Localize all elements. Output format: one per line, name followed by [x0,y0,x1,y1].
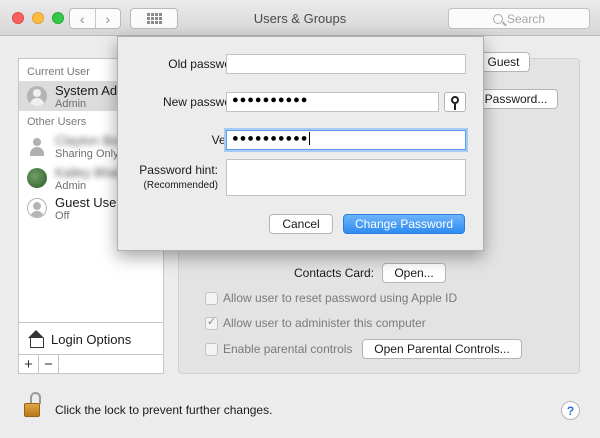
photo-avatar [27,168,47,188]
key-icon [451,96,459,110]
login-options-row[interactable]: Login Options [19,322,163,354]
reset-password-label: Allow user to reset password using Apple… [223,291,458,305]
lock-icon[interactable] [24,392,44,418]
login-options-label: Login Options [51,331,132,347]
current-user-header: Current User [27,66,90,78]
title-bar: ‹ › Users & Groups Search [0,0,600,36]
add-remove-bar: + − [19,354,163,374]
verify-password-field[interactable]: ●●●●●●●●●● [226,130,466,150]
change-password-sheet: Old password: New password: ●●●●●●●●●● V… [117,36,484,251]
search-field[interactable]: Search [448,8,590,29]
reset-password-checkbox[interactable] [205,291,218,305]
search-placeholder: Search [506,11,546,26]
remove-user-button[interactable]: − [39,355,59,374]
verify-password-value: ●●●●●●●●●● [232,132,309,145]
login-options[interactable]: Login Options [27,330,131,348]
change-password-button[interactable]: Password... [474,89,558,109]
guest-button[interactable]: Guest [477,52,530,72]
add-user-button[interactable]: + [19,355,39,374]
password-hint-field[interactable] [226,159,466,196]
cancel-button[interactable]: Cancel [269,214,333,234]
lock-message: Click the lock to prevent further change… [55,403,273,417]
user-role: Admin [55,180,87,192]
parental-controls-checkbox-row[interactable]: Enable parental controls [205,342,352,356]
open-contacts-card-button[interactable]: Open... [382,263,446,283]
guest-icon [27,198,47,218]
parental-controls-label: Enable parental controls [223,342,353,356]
new-password-value: ●●●●●●●●●● [232,94,309,106]
user-role: Off [55,210,70,222]
password-assistant-button[interactable] [444,92,466,112]
administer-checkbox-row[interactable]: Allow user to administer this computer [205,315,426,330]
other-users-header: Other Users [27,116,87,128]
administer-label: Allow user to administer this computer [223,316,426,330]
user-role: Sharing Only [55,148,119,160]
old-password-field[interactable] [226,54,466,74]
new-password-field[interactable]: ●●●●●●●●●● [226,92,439,112]
search-icon [492,13,503,24]
person-silhouette-icon [27,136,47,156]
house-icon [27,330,45,348]
change-password-submit-button[interactable]: Change Password [343,214,465,234]
parental-controls-checkbox[interactable] [205,342,218,356]
open-parental-controls-button[interactable]: Open Parental Controls... [362,339,522,359]
person-silhouette-icon [27,86,47,106]
user-role: Admin [55,98,87,110]
help-button[interactable]: ? [561,401,580,420]
password-hint-sublabel: (Recommended) [143,180,218,191]
contacts-card-label: Contacts Card: [294,266,375,280]
password-hint-label: Password hint: [139,163,218,177]
administer-checkbox[interactable] [205,315,218,330]
reset-password-checkbox-row[interactable]: Allow user to reset password using Apple… [205,291,457,305]
